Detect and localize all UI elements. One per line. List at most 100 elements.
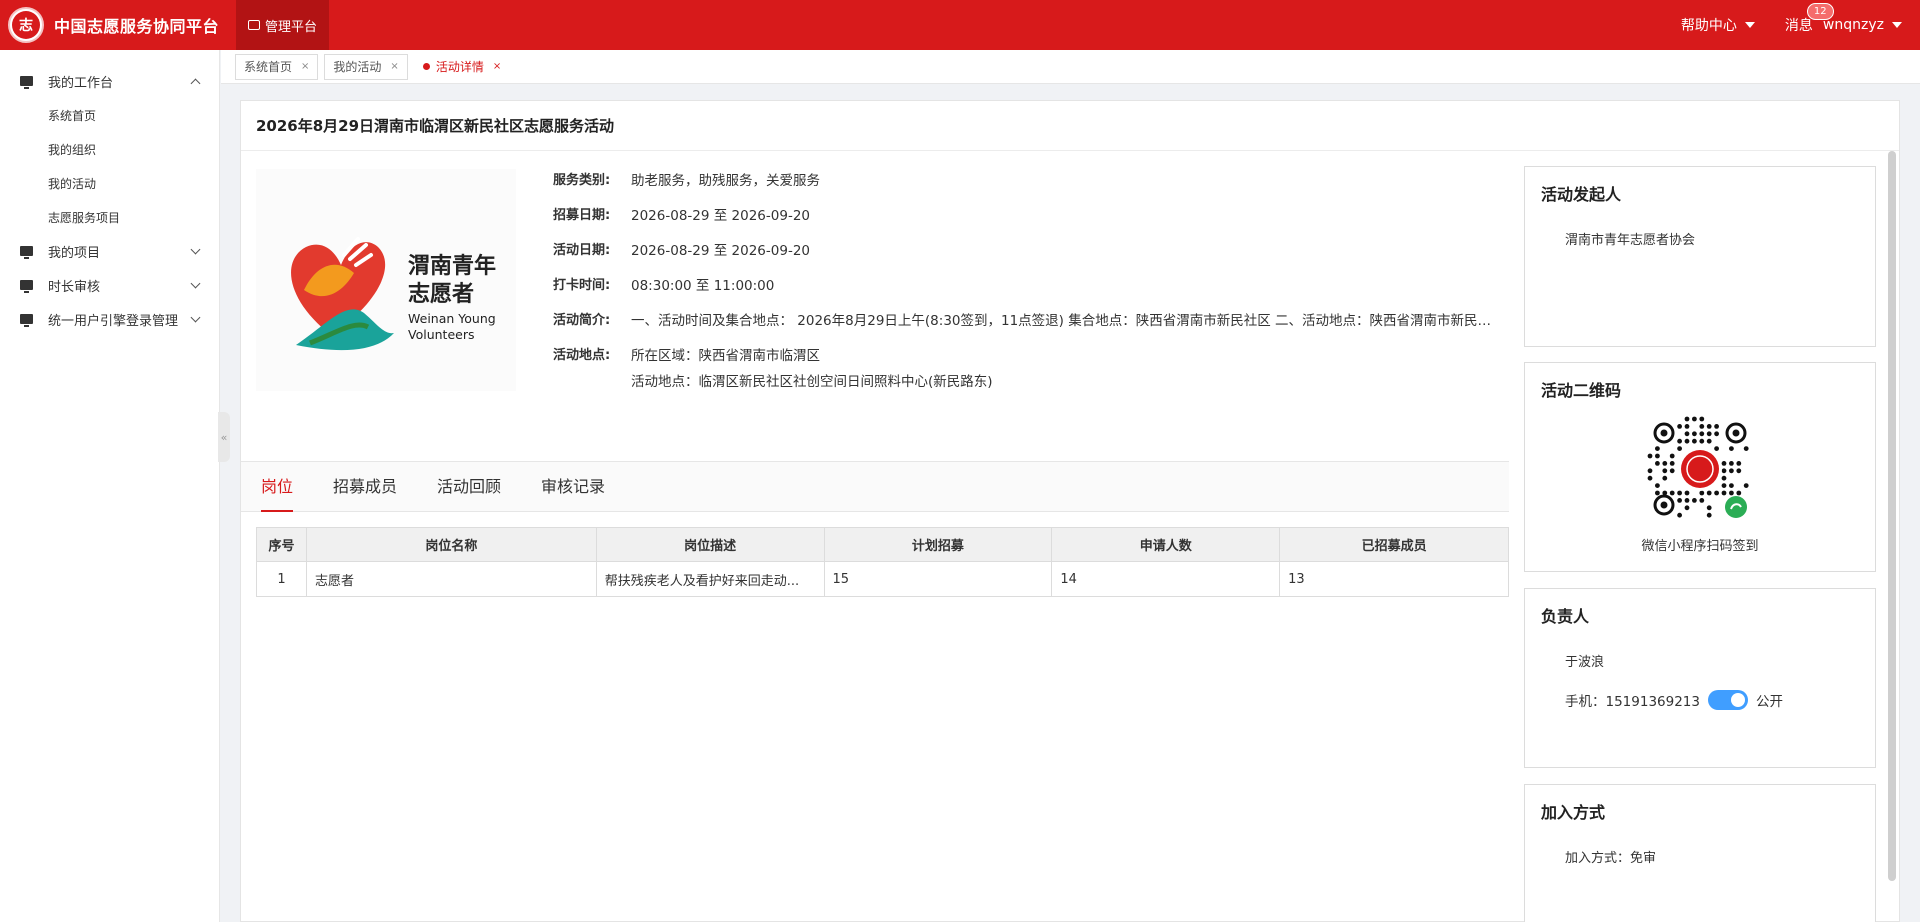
tab-activity-review[interactable]: 活动回顾 [437,461,501,512]
help-center-menu[interactable]: 帮助中心 [1681,15,1755,35]
qrcode-card: 活动二维码 微信小程序扫码签到 [1524,362,1876,572]
public-toggle-switch[interactable] [1707,690,1748,710]
organizer-title: 活动发起人 [1541,185,1622,204]
tab-audit-records[interactable]: 审核记录 [541,461,605,512]
leader-title: 负责人 [1541,607,1590,626]
sidebar-group-workbench[interactable]: 我的工作台 [0,64,219,98]
platform-title: 中国志愿服务协同平台 [54,17,220,36]
field-label: 招募日期: [553,208,611,223]
tab-my-activities[interactable]: 我的活动 × [324,53,408,80]
chevron-down-icon [190,312,201,323]
help-center-label: 帮助中心 [1680,18,1737,34]
leader-phone-row: 手机：15191369213 公开 [1525,690,1875,710]
tab-label: 系统首页 [244,60,293,74]
table-row[interactable]: 1 志愿者 帮扶残疾老人及看护好来回走动... 15 14 13 [256,561,1509,597]
field-value: 2026-08-29 至 2026-09-20 [631,243,810,259]
field-value: 助老服务，助残服务，关爱服务 [631,173,820,189]
public-toggle-label: 公开 [1755,694,1783,710]
field-activity-date: 活动日期: 2026-08-29 至 2026-09-20 [553,235,1503,270]
table-header-row: 序号 岗位名称 岗位描述 计划招募 申请人数 已招募成员 [256,527,1509,562]
sidebar-collapse-toggle[interactable]: « [218,412,230,462]
vertical-scrollbar[interactable] [1888,151,1896,881]
qrcode-caption: 微信小程序扫码签到 [1641,539,1759,554]
caret-down-icon [1744,22,1755,28]
field-value: 08:30:00 至 11:00:00 [631,278,775,294]
sidebar-item-service-projects[interactable]: 志愿服务项目 [0,200,219,234]
sidebar-item-my-org[interactable]: 我的组织 [0,132,219,166]
svg-text:Weinan Young: Weinan Young [408,311,496,326]
column-header: 申请人数 [1051,527,1281,562]
tab-label: 活动详情 [435,60,484,74]
join-method-value: 加入方式：免审 [1565,851,1657,866]
sidebar-group-my-projects[interactable]: 我的项目 [0,234,219,268]
nav-admin-platform-label: 管理平台 [265,19,318,35]
sidebar-group-label: 我的工作台 [48,75,114,91]
messages-button[interactable]: 消息 12 [1784,3,1834,35]
field-value: 2026-08-29 至 2026-09-20 [631,208,810,224]
tab-recruited-members[interactable]: 招募成员 [333,461,397,512]
table-cell: 13 [1279,561,1509,597]
page-title: 2026年8月29日渭南市临渭区新民社区志愿服务活动 [241,101,1899,151]
svg-text:志愿者: 志愿者 [408,282,474,307]
field-checkin-time: 打卡时间: 08:30:00 至 11:00:00 [553,270,1503,305]
activity-fields: 服务类别: 助老服务，助残服务，关爱服务 招募日期: 2026-08-29 至 … [553,165,1503,390]
sidebar-group-label: 统一用户引擎登录管理 [48,313,179,329]
platform-logo-mark: 志 [12,11,40,39]
organizer-name: 渭南市青年志愿者协会 [1565,233,1696,248]
field-location: 活动地点: 所在区域：陕西省渭南市临渭区 [553,340,1503,368]
column-header: 已招募成员 [1279,527,1509,562]
field-value: 一、活动时间及集合地点： 2026年8月29日上午(8:30签到，11点签退) … [631,313,1503,329]
leader-name: 于波浪 [1565,655,1605,670]
monitor-icon [20,280,33,293]
field-label: 活动地点: [553,348,611,363]
field-label: 活动简介: [553,313,611,328]
messages-label: 消息 [1784,18,1813,34]
column-header: 序号 [256,527,307,562]
close-icon[interactable]: × [493,61,501,72]
sidebar-item-home[interactable]: 系统首页 [0,98,219,132]
join-method-title: 加入方式 [1541,803,1606,822]
weinan-volunteer-logo-icon: 渭南青年 志愿者 Weinan Young Volunteers [291,237,496,351]
field-description: 活动简介: 一、活动时间及集合地点： 2026年8月29日上午(8:30签到，1… [553,305,1503,340]
table-cell: 14 [1051,561,1281,597]
active-dot-icon [422,63,430,70]
tab-home[interactable]: 系统首页 × [235,53,319,80]
monitor-icon [20,76,33,89]
top-header: 志 中国志愿服务协同平台 管理平台 帮助中心 消息 12 wnqnzyz [0,0,1920,50]
field-recruit-date: 招募日期: 2026-08-29 至 2026-09-20 [553,200,1503,235]
nav-admin-platform[interactable]: 管理平台 [236,0,330,50]
page-tabs-bar: 系统首页 × 我的活动 × 活动详情 × [221,50,1920,84]
close-icon[interactable]: × [301,61,309,72]
join-method-card: 加入方式 加入方式：免审 [1524,784,1876,922]
sidebar-group-login-management[interactable]: 统一用户引擎登录管理 [0,302,219,336]
sidebar: 我的工作台 系统首页 我的组织 我的活动 志愿服务项目 我的项目 时长审核 统一… [0,50,220,922]
user-menu[interactable]: wnqnzyz [1823,17,1902,33]
table-cell: 志愿者 [305,561,597,597]
qrcode-title: 活动二维码 [1541,381,1622,400]
mini-program-qrcode-icon[interactable] [1642,411,1758,527]
sidebar-group-label: 我的项目 [48,245,101,261]
organizer-card: 活动发起人 渭南市青年志愿者协会 [1524,166,1876,347]
tab-positions[interactable]: 岗位 [261,461,294,512]
field-label: 服务类别: [553,173,611,188]
chevron-down-icon [190,244,201,255]
monitor-icon [20,314,33,327]
tab-activity-detail[interactable]: 活动详情 × [413,53,511,80]
sidebar-group-hours-review[interactable]: 时长审核 [0,268,219,302]
column-header: 计划招募 [823,527,1053,562]
table-cell: 帮扶残疾老人及看护好来回走动... [595,561,825,597]
caret-down-icon [1892,22,1902,28]
brand[interactable]: 志 中国志愿服务协同平台 [0,0,236,50]
chevron-down-icon [190,278,201,289]
tab-label: 我的活动 [333,60,382,74]
field-label: 打卡时间: [553,278,611,293]
table-cell: 1 [256,561,307,597]
field-value-place: 活动地点：临渭区新民社区社创空间日间照料中心(新民路东) [631,374,993,390]
platform-logo-icon: 志 [8,7,44,43]
column-header: 岗位描述 [595,527,825,562]
field-service-category: 服务类别: 助老服务，助残服务，关爱服务 [553,165,1503,200]
sidebar-item-my-activities[interactable]: 我的活动 [0,166,219,200]
username: wnqnzyz [1822,17,1884,33]
close-icon[interactable]: × [390,61,398,72]
column-header: 岗位名称 [305,527,597,562]
